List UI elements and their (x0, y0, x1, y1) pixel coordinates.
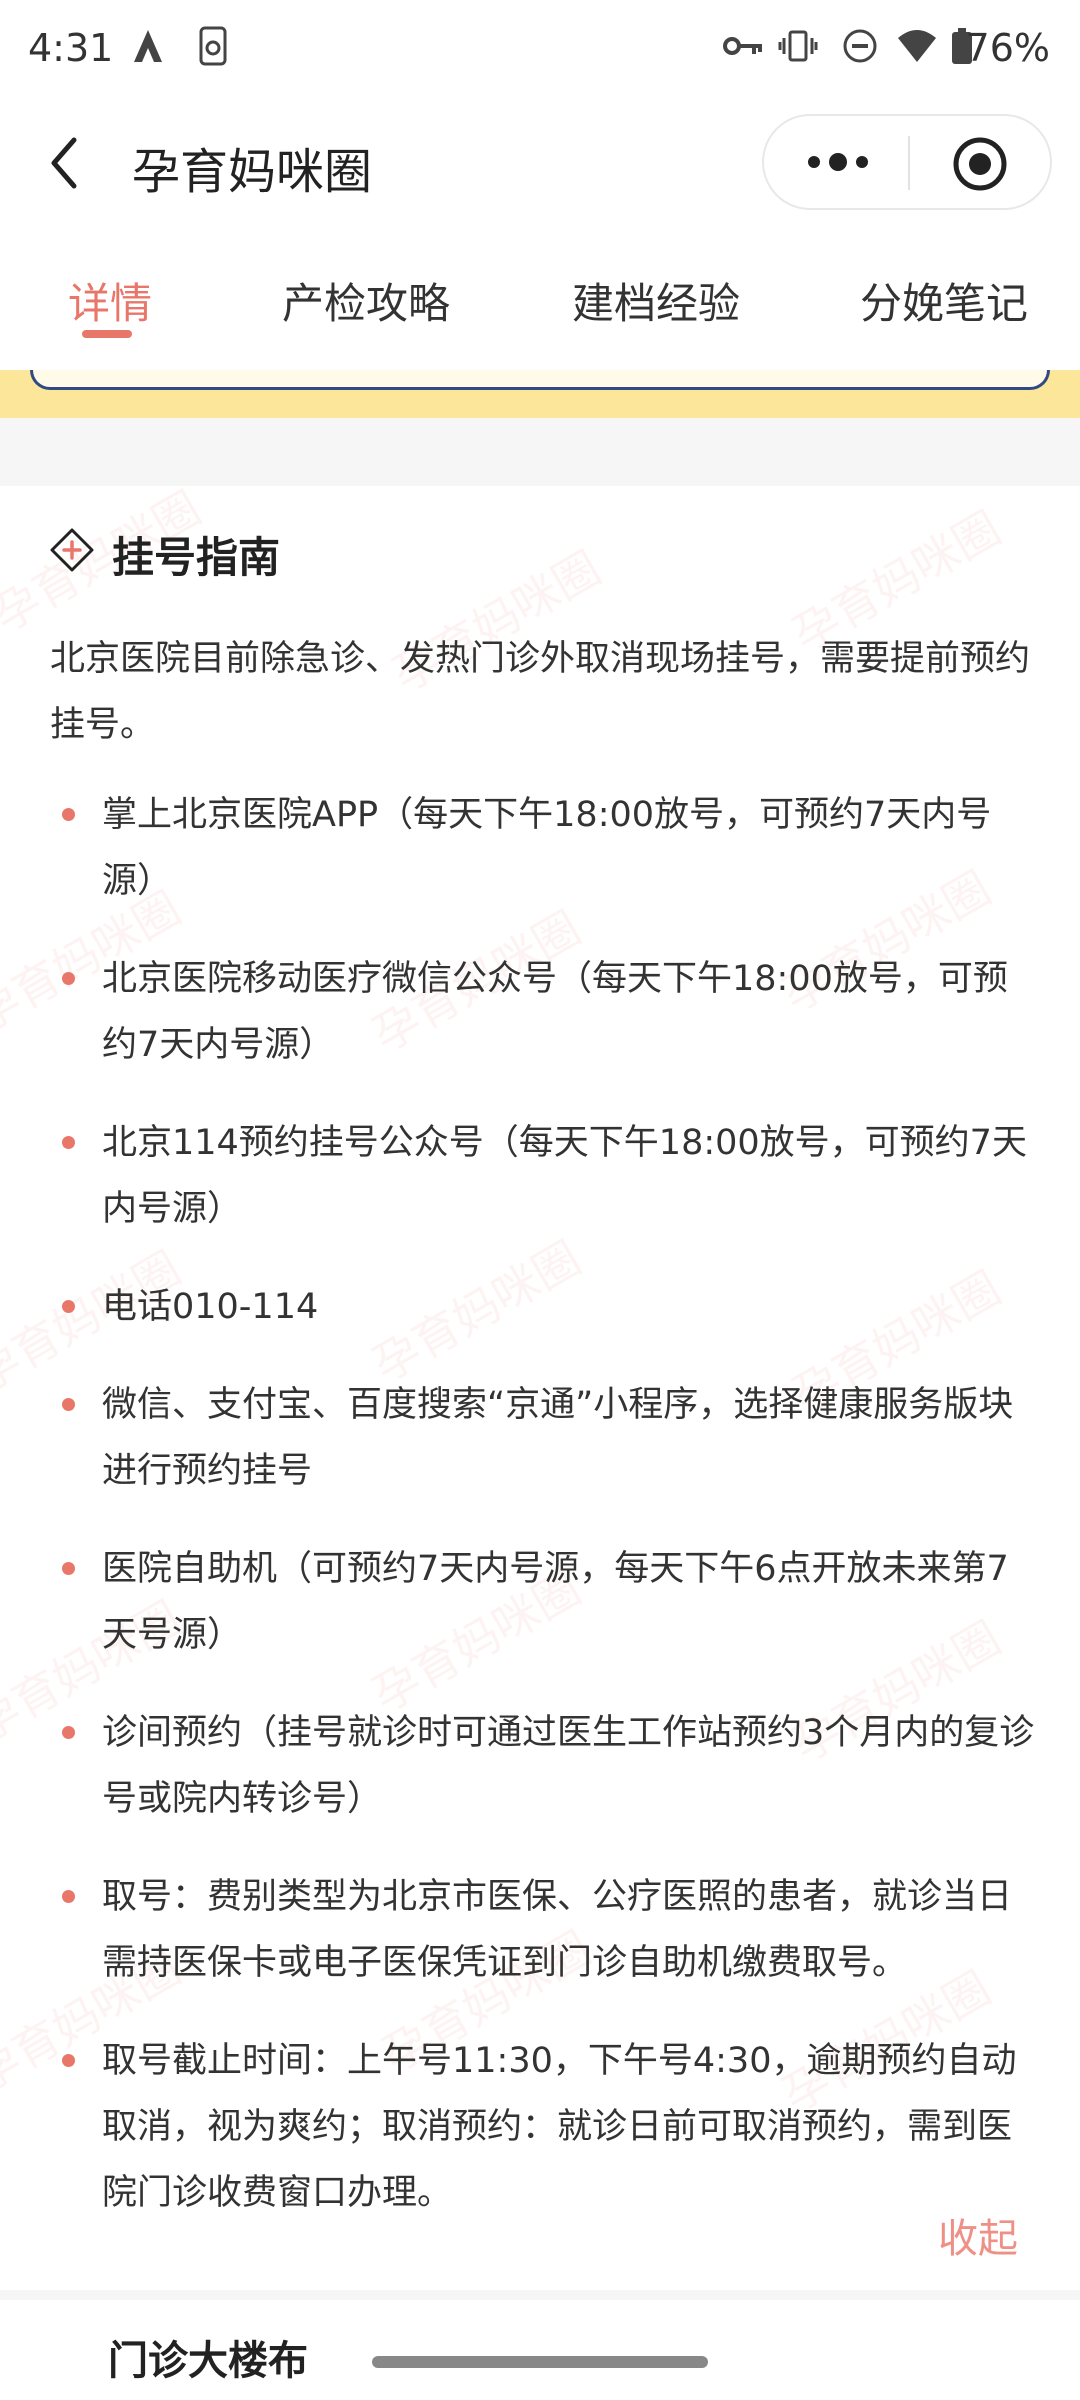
bullet-dot (62, 1726, 75, 1739)
page-title: 孕育妈咪圈 (132, 144, 373, 200)
list-item-text: 医院自助机（可预约7天内号源，每天下午6点开放未来第7天号源） (102, 1549, 1009, 1655)
list-item-text: 取号：费别类型为北京市医保、公疗医照的患者，就诊当日需持医保卡或电子医保凭证到门… (102, 1877, 1013, 1983)
bullet-dot (62, 1136, 75, 1149)
home-indicator[interactable] (372, 2356, 708, 2368)
list-item-text: 微信、支付宝、百度搜索“京通”小程序，选择健康服务版块进行预约挂号 (102, 1385, 1014, 1491)
back-icon[interactable] (40, 128, 110, 198)
list-item-text: 诊间预约（挂号就诊时可通过医生工作站预约3个月内的复诊号或院内转诊号） (102, 1713, 1035, 1819)
bullet-dot (62, 2054, 75, 2067)
vibrate-icon (778, 26, 818, 70)
list-item: 医院自助机（可预约7天内号源，每天下午6点开放未来第7天号源） (50, 1536, 1040, 1668)
list-item-text: 北京医院移动医疗微信公众号（每天下午18:00放号，可预约7天内号源） (102, 959, 1008, 1065)
close-target-icon[interactable] (952, 136, 1008, 192)
list-item: 电话010-114 (50, 1274, 1040, 1340)
list-item-text: 掌上北京医院APP（每天下午18:00放号，可预约7天内号源） (102, 795, 992, 901)
collapse-button[interactable]: 收起 (938, 2206, 1018, 2264)
phone-sync-icon (196, 26, 230, 70)
list-item: 取号：费别类型为北京市医保、公疗医照的患者，就诊当日需持医保卡或电子医保凭证到门… (50, 1864, 1040, 1996)
list-item-text: 取号截止时间：上午号11:30，下午号4:30，逾期预约自动取消，视为爽约；取消… (102, 2041, 1017, 2213)
tab-bar: 详情 产检攻略 建档经验 分娩笔记 (0, 230, 1080, 370)
tab-prenatal-guide[interactable]: 产检攻略 (282, 270, 450, 331)
battery-percentage: 76% (965, 26, 1050, 70)
tab-active-indicator (82, 330, 132, 338)
intro-text: 北京医院目前除急诊、发热门诊外取消现场挂号，需要提前预约挂号。 (50, 639, 1031, 745)
next-section-peek: 门诊大楼布 (0, 2300, 1080, 2400)
list-item: 掌上北京医院APP（每天下午18:00放号，可预约7天内号源） (50, 782, 1040, 914)
section-title: 挂号指南 (112, 533, 281, 582)
tab-filing-experience[interactable]: 建档经验 (572, 270, 740, 331)
status-time: 4:31 (28, 26, 114, 70)
wifi-icon (896, 26, 938, 70)
bullet-dot (62, 1562, 75, 1575)
list-item: 北京114预约挂号公众号（每天下午18:00放号，可预约7天内号源） (50, 1110, 1040, 1242)
bullet-dot (62, 1300, 75, 1313)
key-icon (722, 26, 764, 70)
list-item: 取号截止时间：上午号11:30，下午号4:30，逾期预约自动取消，视为爽约；取消… (50, 2028, 1040, 2226)
bullet-dot (62, 972, 75, 985)
status-bar: 4:31 76% (0, 0, 1080, 100)
list-item-text: 电话010-114 (102, 1287, 319, 1327)
capsule-divider (908, 136, 910, 190)
list-item: 诊间预约（挂号就诊时可通过医生工作站预约3个月内的复诊号或院内转诊号） (50, 1700, 1040, 1832)
bullet-dot (62, 1398, 75, 1411)
registration-guide-card: 孕育妈咪圈 孕育妈咪圈 孕育妈咪圈 孕育妈咪圈 孕育妈咪圈 孕育妈咪圈 孕育妈咪… (0, 486, 1080, 2290)
title-bar: 孕育妈咪圈 (0, 100, 1080, 230)
yellow-card-bottom (30, 370, 1050, 390)
more-icon[interactable] (804, 150, 874, 174)
tab-delivery-notes[interactable]: 分娩笔记 (860, 270, 1028, 331)
bullet-dot (62, 1890, 75, 1903)
plus-diamond-icon (48, 526, 96, 574)
mini-program-capsule (762, 114, 1052, 210)
tab-details[interactable]: 详情 (68, 270, 152, 331)
bullet-dot (62, 808, 75, 821)
a-icon (128, 26, 168, 70)
list-item-text: 北京114预约挂号公众号（每天下午18:00放号，可预约7天内号源） (102, 1123, 1027, 1229)
registration-methods-list: 掌上北京医院APP（每天下午18:00放号，可预约7天内号源） 北京医院移动医疗… (50, 782, 1040, 2258)
list-item: 北京医院移动医疗微信公众号（每天下午18:00放号，可预约7天内号源） (50, 946, 1040, 1078)
list-item: 微信、支付宝、百度搜索“京通”小程序，选择健康服务版块进行预约挂号 (50, 1372, 1040, 1504)
dnd-icon (840, 26, 880, 70)
next-section-title: 门诊大楼布 (108, 2338, 308, 2384)
